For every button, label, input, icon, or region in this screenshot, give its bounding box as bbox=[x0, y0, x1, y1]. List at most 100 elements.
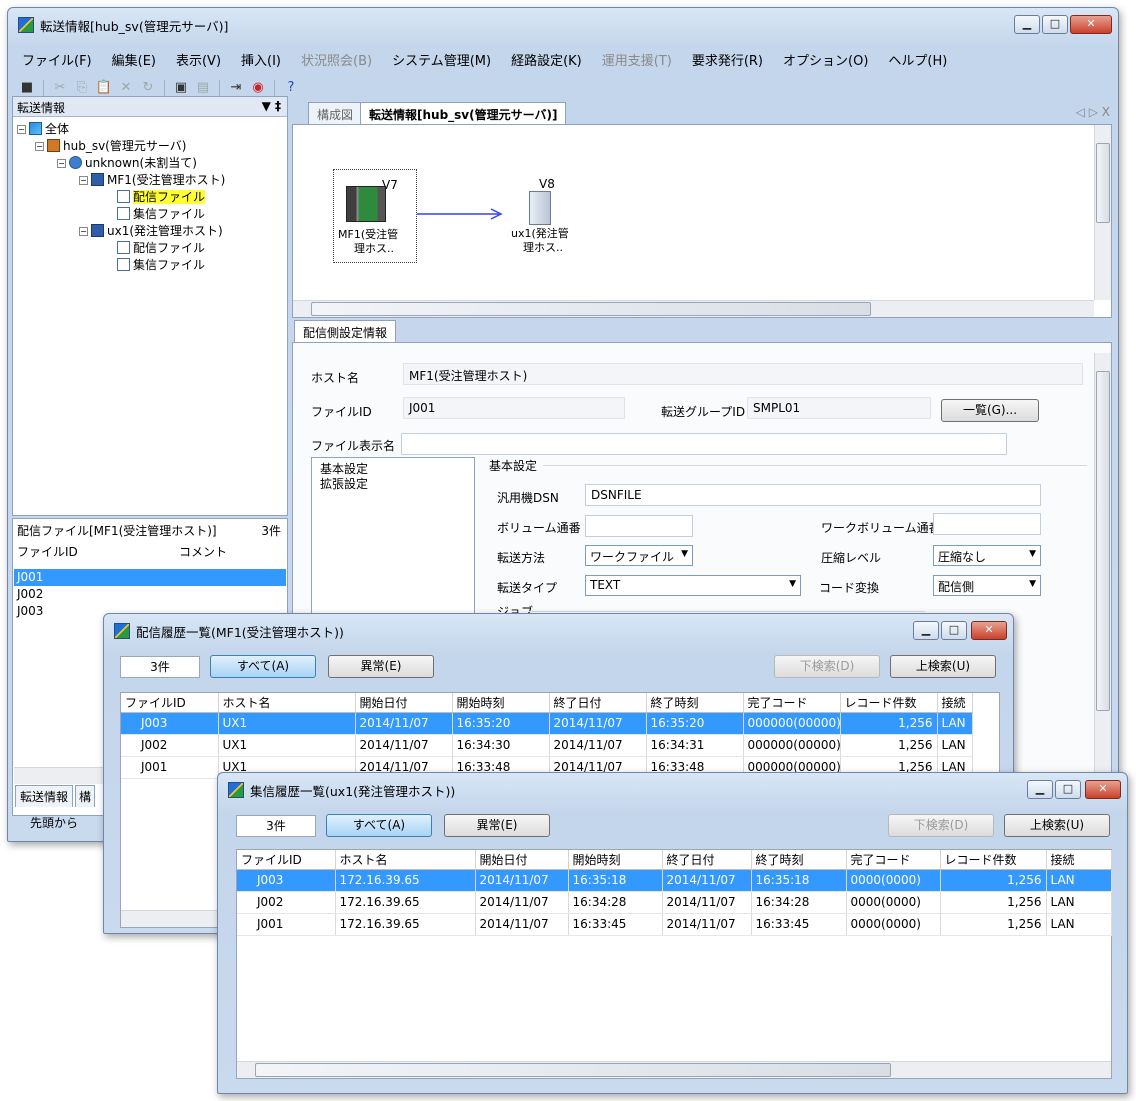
save-icon[interactable]: ■ bbox=[18, 79, 36, 97]
from-top-button[interactable]: 先頭から bbox=[30, 814, 78, 831]
cut-icon[interactable]: ✂ bbox=[51, 79, 69, 97]
column-header[interactable]: 開始時刻 bbox=[568, 850, 663, 870]
tab-send-settings[interactable]: 配信側設定情報 bbox=[294, 320, 397, 342]
copy-icon[interactable]: ⎘ bbox=[73, 79, 91, 97]
column-header[interactable]: ホスト名 bbox=[218, 693, 356, 713]
column-header[interactable]: 終了日付 bbox=[549, 693, 647, 713]
error-filter-button[interactable]: 異常(E) bbox=[328, 655, 434, 678]
close-button[interactable]: ✕ bbox=[1085, 780, 1121, 799]
tab-diagram[interactable]: 構成図 bbox=[308, 102, 363, 124]
pin-icon[interactable]: ▼ ‡ bbox=[262, 99, 281, 113]
table-row[interactable]: J003 172.16.39.65 2014/11/07 16:35:18 2014/1… bbox=[237, 869, 1112, 892]
scroll-thumb[interactable] bbox=[1096, 371, 1110, 711]
column-header[interactable]: 完了コード bbox=[743, 693, 841, 713]
column-header[interactable]: ホスト名 bbox=[335, 850, 476, 870]
collapse-icon[interactable]: − bbox=[35, 142, 44, 151]
tree-node-host2-send[interactable]: 配信ファイル bbox=[117, 240, 205, 257]
scroll-thumb[interactable] bbox=[311, 302, 871, 316]
recv-history-hscroll[interactable] bbox=[237, 1061, 1111, 1078]
host-node-mf1[interactable]: V7 MF1(受注管 理ホス.. bbox=[333, 169, 417, 263]
maximize-button[interactable]: □ bbox=[1042, 15, 1068, 34]
diagram-hscroll[interactable] bbox=[293, 300, 1094, 317]
tab-transfer-detail[interactable]: 転送情報[hub_sv(管理元サーバ)] bbox=[360, 102, 567, 124]
menu-item[interactable]: ファイル(F) bbox=[14, 46, 100, 72]
transfer-method-select[interactable]: ワークファイル ▼ bbox=[585, 545, 693, 566]
search-down-button[interactable]: 下検索(D) bbox=[888, 814, 994, 837]
settings-tree-extended[interactable]: 拡張設定 bbox=[320, 475, 368, 492]
tab-structure[interactable]: 構 bbox=[75, 785, 96, 807]
menu-item[interactable]: 挿入(I) bbox=[233, 46, 289, 72]
host-node-ux1[interactable]: V8 ux1(発注管 理ホス.. bbox=[503, 169, 587, 263]
tree-node-root[interactable]: − 全体 bbox=[17, 121, 69, 138]
close-button[interactable]: ✕ bbox=[1070, 15, 1112, 34]
collapse-icon[interactable]: − bbox=[17, 125, 26, 134]
column-header[interactable]: 接続 bbox=[937, 693, 973, 713]
collapse-icon[interactable]: − bbox=[57, 159, 66, 168]
diagram-vscroll[interactable] bbox=[1094, 125, 1111, 300]
add-file-icon[interactable]: ▤ bbox=[194, 79, 212, 97]
column-header[interactable]: レコード件数 bbox=[840, 693, 938, 713]
add-host-icon[interactable]: ▣ bbox=[172, 79, 190, 97]
code-conv-select[interactable]: 配信側 ▼ bbox=[933, 575, 1041, 596]
table-row[interactable]: J003 UX1 2014/11/07 16:35:20 2014/11/07 16:35… bbox=[121, 712, 973, 735]
scroll-thumb[interactable] bbox=[1096, 143, 1110, 223]
column-header[interactable]: 接続 bbox=[1046, 850, 1112, 870]
menu-item[interactable]: オプション(O) bbox=[775, 46, 876, 72]
help-icon[interactable]: ? bbox=[282, 79, 300, 97]
error-filter-button[interactable]: 異常(E) bbox=[444, 814, 550, 837]
volume-field[interactable] bbox=[585, 515, 693, 537]
work-volume-field[interactable] bbox=[933, 513, 1041, 535]
menu-item[interactable]: 状況照会(B) bbox=[293, 46, 380, 72]
refresh-icon[interactable]: ↻ bbox=[139, 79, 157, 97]
column-header[interactable]: 開始時刻 bbox=[452, 693, 550, 713]
transfer-type-select[interactable]: TEXT ▼ bbox=[585, 575, 801, 596]
search-down-button[interactable]: 下検索(D) bbox=[774, 655, 880, 678]
recv-history-titlebar[interactable]: 集信履歴一覧(ux1(発注管理ホスト)) ▁ □ ✕ bbox=[218, 773, 1127, 803]
menu-item[interactable]: 編集(E) bbox=[104, 46, 164, 72]
all-filter-button[interactable]: すべて(A) bbox=[210, 655, 316, 678]
column-header[interactable]: ファイルID bbox=[237, 850, 336, 870]
minimize-button[interactable]: ▁ bbox=[1014, 15, 1040, 34]
menu-item[interactable]: 運用支援(T) bbox=[594, 46, 680, 72]
close-button[interactable]: ✕ bbox=[971, 621, 1007, 640]
maximize-button[interactable]: □ bbox=[941, 621, 967, 640]
column-header[interactable]: 開始日付 bbox=[475, 850, 569, 870]
list-item[interactable]: J001 bbox=[14, 569, 286, 586]
minimize-button[interactable]: ▁ bbox=[913, 621, 939, 640]
tab-transfer-info[interactable]: 転送情報 bbox=[15, 785, 74, 807]
column-header-fileid[interactable]: ファイルID bbox=[17, 543, 78, 560]
all-filter-button[interactable]: すべて(A) bbox=[326, 814, 432, 837]
maximize-button[interactable]: □ bbox=[1055, 780, 1081, 799]
menu-item[interactable]: 経路設定(K) bbox=[503, 46, 590, 72]
menu-item[interactable]: 表示(V) bbox=[168, 46, 229, 72]
table-row[interactable]: J002 UX1 2014/11/07 16:34:30 2014/11/07 16:34… bbox=[121, 734, 973, 757]
compress-select[interactable]: 圧縮なし ▼ bbox=[933, 545, 1041, 566]
column-header[interactable]: 終了時刻 bbox=[751, 850, 847, 870]
scroll-thumb[interactable] bbox=[255, 1063, 891, 1077]
menu-item[interactable]: 要求発行(R) bbox=[684, 46, 771, 72]
search-up-button[interactable]: 上検索(U) bbox=[1004, 814, 1110, 837]
tree-node-group[interactable]: − unknown(未割当て) bbox=[57, 155, 197, 172]
column-header[interactable]: ファイルID bbox=[121, 693, 219, 713]
tree-node-host2[interactable]: − ux1(発注管理ホスト) bbox=[79, 223, 223, 240]
menu-item[interactable]: ヘルプ(H) bbox=[880, 46, 955, 72]
column-header[interactable]: 終了日付 bbox=[662, 850, 752, 870]
stop-icon[interactable]: ◉ bbox=[249, 79, 267, 97]
table-row[interactable]: J001 172.16.39.65 2014/11/07 16:33:45 2014/1… bbox=[237, 913, 1112, 936]
send-history-titlebar[interactable]: 配信履歴一覧(MF1(受注管理ホスト)) ▁ □ ✕ bbox=[104, 614, 1013, 644]
collapse-icon[interactable]: − bbox=[79, 227, 88, 236]
dsn-field[interactable]: DSNFILE bbox=[585, 484, 1041, 506]
paste-icon[interactable]: 📋 bbox=[95, 79, 113, 97]
column-header[interactable]: レコード件数 bbox=[940, 850, 1047, 870]
tree-node-host1-send[interactable]: 配信ファイル bbox=[117, 189, 206, 206]
list-item[interactable]: J002 bbox=[14, 586, 286, 603]
collapse-icon[interactable]: − bbox=[79, 176, 88, 185]
transfer-icon[interactable]: ⇥ bbox=[227, 79, 245, 97]
tree-node-host1-recv[interactable]: 集信ファイル bbox=[117, 206, 205, 223]
list-button[interactable]: 一覧(G)... bbox=[941, 399, 1039, 422]
column-header[interactable]: 完了コード bbox=[846, 850, 941, 870]
tab-nav-arrows[interactable]: ◁ ▷ X bbox=[1076, 105, 1110, 119]
delete-icon[interactable]: ✕ bbox=[117, 79, 135, 97]
menu-item[interactable]: システム管理(M) bbox=[384, 46, 499, 72]
tree-node-server[interactable]: − hub_sv(管理元サーバ) bbox=[35, 138, 186, 155]
